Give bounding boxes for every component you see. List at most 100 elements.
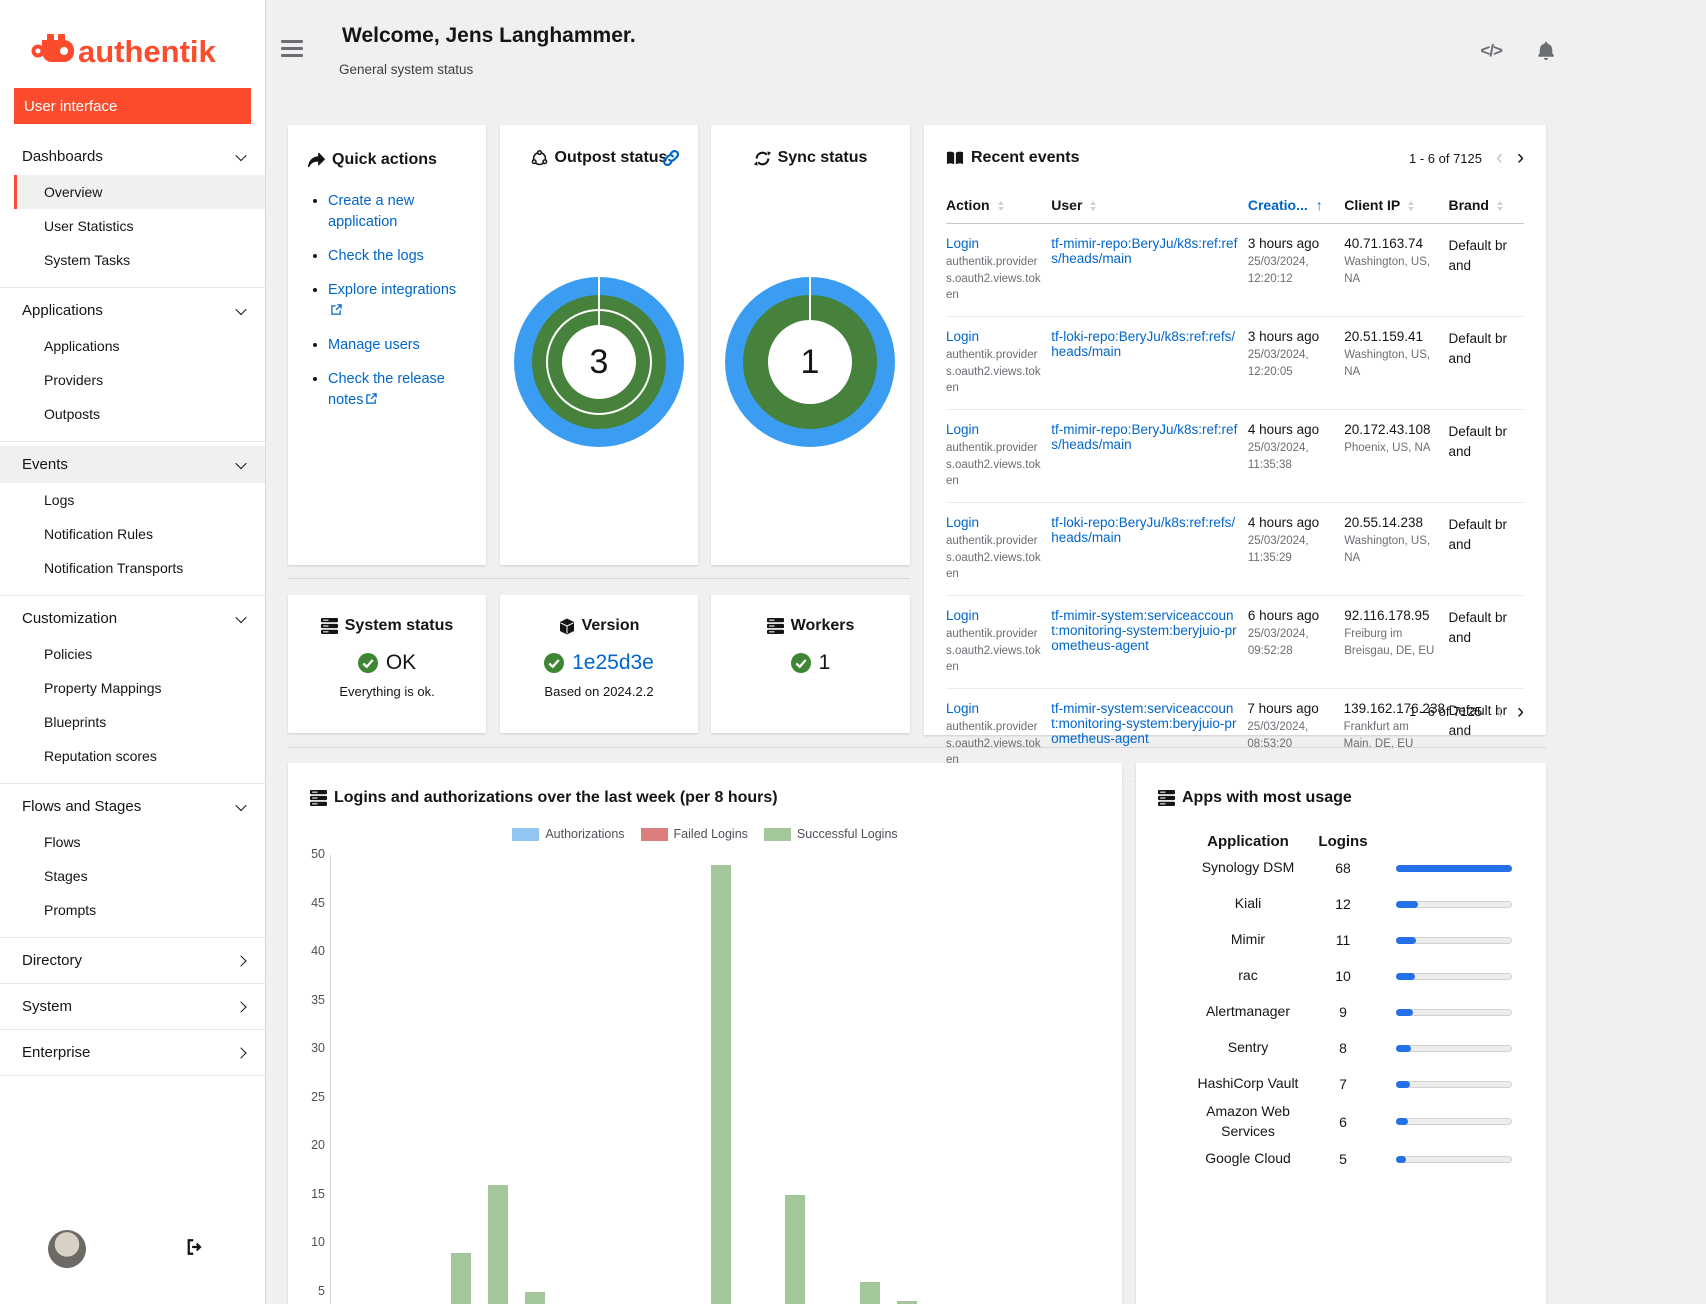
event-location: Freiburg im Breisgau, DE, EU	[1344, 626, 1438, 661]
chart-bar-successful-logins[interactable]	[711, 865, 731, 1304]
event-time-ago: 6 hours ago	[1248, 608, 1334, 623]
events-col-action[interactable]: Action	[946, 197, 1051, 213]
chart-bar-successful-logins[interactable]	[785, 1195, 805, 1304]
event-action-link[interactable]: Login	[946, 515, 979, 530]
sidebar-item-stages[interactable]: Stages	[0, 859, 265, 893]
event-user-link[interactable]: tf-mimir-system:serviceaccount:monitorin…	[1051, 701, 1237, 746]
sidebar-item-reputation-scores[interactable]: Reputation scores	[0, 739, 265, 773]
pagination-next-icon[interactable]: ›	[1517, 705, 1524, 719]
outpost-status-donut[interactable]: 3	[514, 277, 684, 447]
recent-events-title: Recent events	[971, 149, 1080, 167]
event-clientip-cell: 40.71.163.74Washington, US, NA	[1344, 236, 1448, 304]
sidebar-item-notification-rules[interactable]: Notification Rules	[0, 517, 265, 551]
sort-asc-icon: ↑	[1316, 197, 1323, 213]
user-interface-button[interactable]: User interface	[14, 88, 251, 124]
sidebar-group-label: Applications	[22, 302, 103, 319]
chevron-right-icon	[235, 1001, 246, 1012]
sidebar-item-outposts[interactable]: Outposts	[0, 397, 265, 431]
pagination-prev-icon[interactable]: ‹	[1496, 151, 1503, 165]
legend-failed-logins[interactable]: Failed Logins	[641, 827, 748, 841]
event-time-ago: 4 hours ago	[1248, 422, 1334, 437]
event-user-link[interactable]: tf-mimir-system:serviceaccount:monitorin…	[1051, 608, 1238, 653]
outpost-link-icon[interactable]	[662, 149, 680, 167]
app-name: Amazon Web Services	[1188, 1102, 1308, 1141]
apps-row: Amazon Web Services6	[1158, 1102, 1524, 1141]
sidebar-item-overview[interactable]: Overview	[14, 175, 265, 209]
sidebar-item-blueprints[interactable]: Blueprints	[0, 705, 265, 739]
sidebar-item-property-mappings[interactable]: Property Mappings	[0, 671, 265, 705]
logout-icon[interactable]	[186, 1238, 205, 1256]
notifications-bell-icon[interactable]	[1536, 40, 1556, 61]
sidebar-group-header-directory[interactable]: Directory	[0, 942, 265, 979]
sidebar-group-header-applications[interactable]: Applications	[0, 292, 265, 329]
chevron-down-icon	[235, 149, 246, 160]
version-value-link[interactable]: 1e25d3e	[572, 651, 654, 675]
sidebar-group-dashboards: DashboardsOverviewUser StatisticsSystem …	[0, 134, 265, 287]
workers-value: 1	[819, 651, 831, 675]
event-timestamp: 25/03/2024, 11:35:38	[1248, 440, 1334, 475]
y-axis-tick: 50	[297, 847, 325, 861]
quick-action-check-the-release-notes[interactable]: Check the release notes	[328, 371, 445, 408]
sidebar-toggle-icon[interactable]	[281, 40, 303, 61]
sidebar-group-header-customization[interactable]: Customization	[0, 600, 265, 637]
events-col-user[interactable]: User	[1051, 197, 1248, 213]
event-action-link[interactable]: Login	[946, 422, 979, 437]
user-avatar[interactable]	[48, 1230, 86, 1268]
chart-bar-successful-logins[interactable]	[860, 1282, 880, 1304]
sidebar-item-notification-transports[interactable]: Notification Transports	[0, 551, 265, 585]
sidebar-item-providers[interactable]: Providers	[0, 363, 265, 397]
legend-authorizations[interactable]: Authorizations	[512, 827, 624, 841]
sidebar-item-logs[interactable]: Logs	[0, 483, 265, 517]
event-user-link[interactable]: tf-loki-repo:BeryJu/k8s:ref:refs/heads/m…	[1051, 329, 1238, 359]
sidebar-group-header-dashboards[interactable]: Dashboards	[0, 138, 265, 175]
event-action-link[interactable]: Login	[946, 701, 979, 716]
event-action-link[interactable]: Login	[946, 608, 979, 623]
event-location: Washington, US, NA	[1344, 254, 1438, 289]
sidebar-group-header-enterprise[interactable]: Enterprise	[0, 1034, 265, 1071]
sort-icon	[1090, 201, 1096, 211]
sync-status-donut[interactable]: 1	[725, 277, 895, 447]
event-action-link[interactable]: Login	[946, 236, 979, 251]
event-location: Frankfurt am Main, DE, EU	[1344, 719, 1439, 754]
chevron-down-icon	[235, 457, 246, 468]
quick-action-manage-users[interactable]: Manage users	[328, 337, 420, 353]
chart-bar-successful-logins[interactable]	[451, 1253, 471, 1304]
sidebar-item-user-statistics[interactable]: User Statistics	[0, 209, 265, 243]
authentik-logo[interactable]: authentik	[0, 0, 265, 72]
event-creation-cell: 3 hours ago25/03/2024, 12:20:05	[1248, 329, 1344, 397]
event-action-link[interactable]: Login	[946, 329, 979, 344]
event-action-cell: Loginauthentik.providers.oauth2.views.to…	[946, 608, 1051, 676]
sidebar-group-label: System	[22, 998, 72, 1015]
event-user-link[interactable]: tf-mimir-repo:BeryJu/k8s:ref:refs/heads/…	[1051, 236, 1238, 266]
events-col-creatio-[interactable]: Creatio...↑	[1248, 197, 1344, 213]
events-col-client-ip[interactable]: Client IP	[1344, 197, 1448, 213]
sidebar-group-header-system[interactable]: System	[0, 988, 265, 1025]
sidebar-group-label: Enterprise	[22, 1044, 90, 1061]
chart-bar-successful-logins[interactable]	[488, 1185, 508, 1304]
sidebar-item-system-tasks[interactable]: System Tasks	[0, 243, 265, 277]
event-user-link[interactable]: tf-loki-repo:BeryJu/k8s:ref:refs/heads/m…	[1051, 515, 1238, 545]
quick-action-create-a-new-application[interactable]: Create a new application	[328, 193, 414, 230]
event-user-link[interactable]: tf-mimir-repo:BeryJu/k8s:ref:refs/heads/…	[1051, 422, 1238, 452]
sidebar-item-prompts[interactable]: Prompts	[0, 893, 265, 927]
quick-action-explore-integrations[interactable]: Explore integrations	[328, 282, 456, 298]
event-user-cell: tf-loki-repo:BeryJu/k8s:ref:refs/heads/m…	[1051, 515, 1248, 583]
event-location: Washington, US, NA	[1344, 533, 1438, 568]
quick-actions-card: Quick actions Create a new applicationCh…	[288, 125, 486, 565]
chart-bar-successful-logins[interactable]	[525, 1292, 545, 1304]
sidebar-nav: DashboardsOverviewUser StatisticsSystem …	[0, 134, 265, 1076]
sidebar-group-header-events[interactable]: Events	[0, 446, 265, 483]
sidebar-item-flows[interactable]: Flows	[0, 825, 265, 859]
sidebar-item-policies[interactable]: Policies	[0, 637, 265, 671]
api-code-icon[interactable]: </>	[1480, 41, 1502, 61]
pagination-next-icon[interactable]: ›	[1517, 151, 1524, 165]
app-usage-bar	[1396, 937, 1512, 944]
events-col-brand[interactable]: Brand	[1449, 197, 1525, 213]
quick-action-item: Check the release notes	[328, 369, 466, 411]
sidebar-group-header-flows-and-stages[interactable]: Flows and Stages	[0, 788, 265, 825]
quick-action-check-the-logs[interactable]: Check the logs	[328, 248, 424, 264]
legend-successful-logins[interactable]: Successful Logins	[764, 827, 898, 841]
event-action-app: authentik.providers.oauth2.views.token	[946, 533, 1041, 583]
sidebar-item-applications[interactable]: Applications	[0, 329, 265, 363]
pagination-prev-icon[interactable]: ‹	[1496, 705, 1503, 719]
